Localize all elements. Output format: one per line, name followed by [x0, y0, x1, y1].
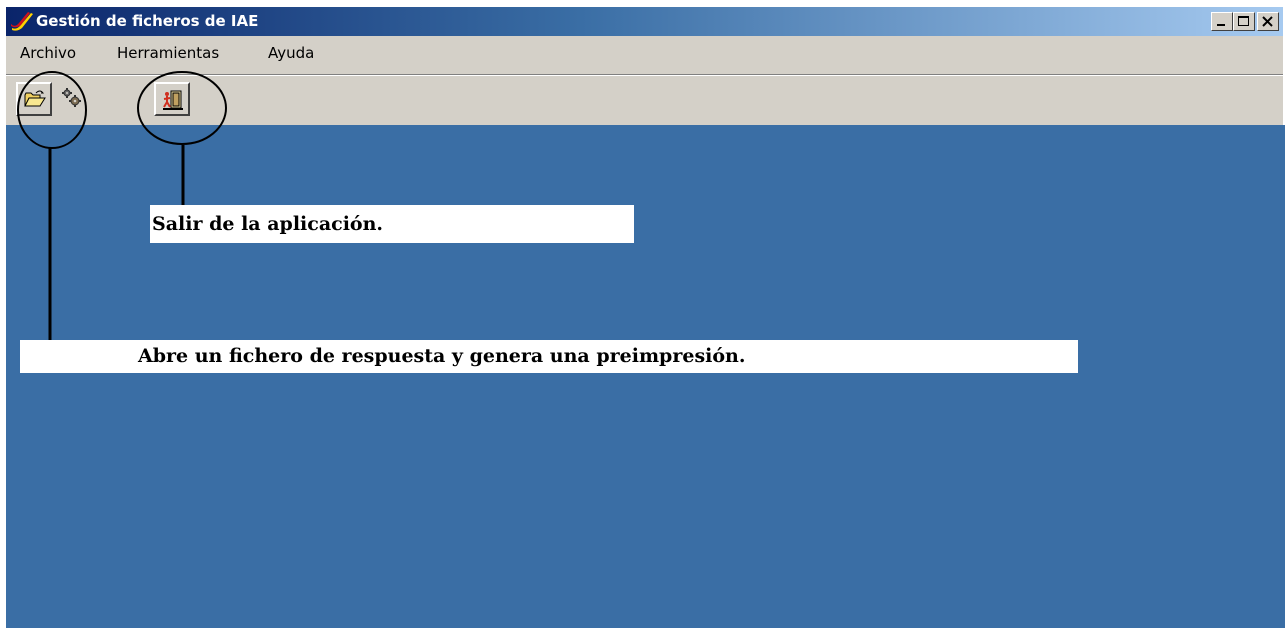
toolbar-separator: [6, 74, 1283, 76]
toolbar: [6, 74, 1283, 125]
exit-button[interactable]: [154, 82, 190, 116]
window-title: Gestión de ficheros de IAE: [36, 12, 259, 30]
menu-herramientas[interactable]: Herramientas: [117, 44, 219, 62]
menu-ayuda[interactable]: Ayuda: [268, 44, 314, 62]
minimize-icon: [1217, 24, 1225, 26]
minimize-button[interactable]: [1211, 12, 1233, 31]
menu-bar: Archivo Herramientas Ayuda: [6, 36, 1283, 74]
application-window: Gestión de ficheros de IAE Archivo Herra…: [0, 0, 1285, 628]
main-client-area: [6, 125, 1285, 628]
open-file-button[interactable]: [16, 82, 52, 116]
app-logo-icon: [11, 12, 33, 31]
title-bar[interactable]: Gestión de ficheros de IAE: [6, 7, 1283, 36]
maximize-button[interactable]: [1233, 12, 1255, 31]
tools-button[interactable]: [54, 82, 90, 116]
menu-archivo[interactable]: Archivo: [20, 44, 76, 62]
exit-callout: Salir de la aplicación.: [150, 205, 634, 243]
maximize-icon: [1238, 16, 1249, 26]
close-button[interactable]: [1257, 12, 1279, 31]
close-icon: [1262, 16, 1273, 27]
open-callout-text: Abre un fichero de respuesta y genera un…: [138, 345, 746, 367]
open-folder-icon: [24, 90, 46, 107]
gears-icon: [62, 88, 81, 107]
open-callout: Abre un fichero de respuesta y genera un…: [20, 340, 1078, 373]
exit-callout-text: Salir de la aplicación.: [152, 213, 384, 235]
exit-door-icon: [163, 90, 183, 110]
